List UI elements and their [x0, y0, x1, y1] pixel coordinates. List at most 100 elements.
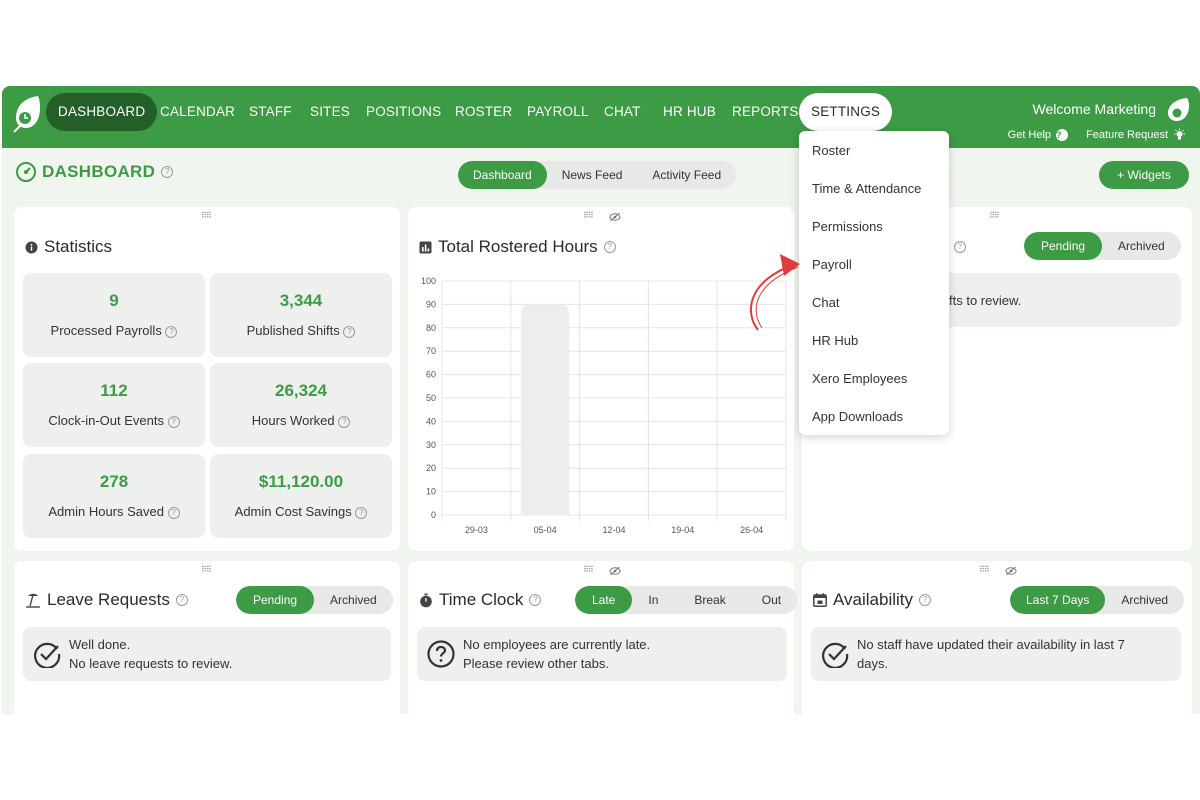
menu-item-hr-hub[interactable]: HR Hub — [812, 333, 858, 348]
leave-tabs: Pending Archived — [236, 586, 393, 614]
settings-dropdown: Roster Time & Attendance Permissions Pay… — [799, 131, 949, 435]
tab-activity-feed[interactable]: Activity Feed — [637, 161, 736, 189]
leave-title: Leave Requests ? — [25, 590, 188, 610]
tab-in[interactable]: In — [632, 586, 674, 614]
stat-label: Processed Payrolls ? — [23, 323, 205, 338]
add-widgets-button[interactable]: + Widgets — [1099, 161, 1189, 189]
drag-handle-icon[interactable]: ⠿⠿ — [583, 212, 595, 220]
user-avatar-icon[interactable] — [1164, 96, 1190, 122]
nav-hr-hub[interactable]: HR HUB — [651, 93, 728, 131]
stat-admin-cost-savings: $11,120.00 Admin Cost Savings ? — [210, 454, 392, 538]
help-icon[interactable]: ? — [167, 415, 180, 428]
y-tick-label: 10 — [426, 487, 436, 497]
stat-value: 278 — [99, 472, 129, 491]
hide-eye-icon[interactable] — [609, 212, 621, 222]
help-icon[interactable]: ? — [529, 594, 542, 606]
stat-label: Admin Cost Savings ? — [210, 504, 392, 519]
menu-item-xero-employees[interactable]: Xero Employees — [812, 371, 907, 386]
header-sublinks: Get Help ? Feature Request — [1008, 128, 1186, 141]
tab-pending[interactable]: Pending — [236, 586, 315, 614]
nav-positions[interactable]: POSITIONS — [354, 93, 453, 131]
leave-line-1: Well done. — [69, 637, 131, 652]
nav-reports[interactable]: REPORTS — [720, 93, 810, 131]
annotation-arrow-icon — [750, 254, 800, 331]
drag-handle-icon[interactable]: ⠿⠿ — [979, 566, 991, 574]
menu-item-app-downloads[interactable]: App Downloads — [812, 409, 903, 424]
help-icon[interactable]: ? — [161, 166, 174, 178]
hide-eye-icon[interactable] — [1005, 566, 1017, 576]
availability-line-2: days. — [857, 656, 889, 671]
stat-processed-payrolls: 9 Processed Payrolls ? — [23, 273, 205, 357]
hide-eye-icon[interactable] — [609, 566, 621, 576]
tab-archived[interactable]: Archived — [314, 586, 393, 614]
shifts-tabs: Pending Archived — [1024, 232, 1181, 260]
time-clock-line-1: No employees are currently late. — [463, 637, 651, 652]
availability-line-1: No staff have updated their availability… — [857, 637, 1125, 652]
stat-value: $11,120.00 — [258, 472, 344, 491]
help-icon[interactable]: ? — [175, 594, 188, 606]
drag-handle-icon[interactable]: ⠿⠿ — [989, 212, 1001, 220]
nav-dashboard[interactable]: DASHBOARD — [46, 93, 158, 131]
leave-requests-card: ⠿⠿ Leave Requests ? Pending Archived Wel… — [14, 561, 400, 714]
tab-dashboard[interactable]: Dashboard — [458, 161, 547, 189]
tab-break[interactable]: Break — [674, 586, 745, 614]
calendar-icon — [813, 593, 827, 607]
x-tick-label: 29-03 — [465, 525, 488, 535]
help-icon[interactable]: ? — [919, 594, 932, 606]
drag-handle-icon[interactable]: ⠿⠿ — [201, 212, 213, 220]
x-tick-label: 19-04 — [671, 525, 694, 535]
nav-sites[interactable]: SITES — [298, 93, 362, 131]
y-tick-label: 30 — [426, 440, 436, 450]
help-icon[interactable]: ? — [343, 325, 356, 338]
menu-item-payroll[interactable]: Payroll — [812, 257, 852, 272]
tab-pending[interactable]: Pending — [1024, 232, 1103, 260]
stat-value: 26,324 — [275, 381, 327, 400]
bar-chart-icon — [419, 241, 432, 253]
y-tick-label: 90 — [426, 299, 436, 309]
tab-archived[interactable]: Archived — [1102, 232, 1181, 260]
help-icon[interactable]: ? — [338, 415, 351, 428]
menu-item-permissions[interactable]: Permissions — [812, 219, 883, 234]
menu-item-chat[interactable]: Chat — [812, 295, 839, 310]
stat-published-shifts: 3,344 Published Shifts ? — [210, 273, 392, 357]
tab-last-7-days[interactable]: Last 7 Days — [1010, 586, 1106, 614]
get-help-link[interactable]: Get Help ? — [1008, 128, 1069, 141]
tab-archived[interactable]: Archived — [1105, 586, 1184, 614]
y-tick-label: 60 — [426, 370, 436, 380]
tab-news-feed[interactable]: News Feed — [547, 161, 638, 189]
nav-chat[interactable]: CHAT — [592, 93, 653, 131]
help-icon[interactable]: ? — [167, 506, 180, 519]
menu-item-time-attendance[interactable]: Time & Attendance — [812, 181, 921, 196]
feature-request-link[interactable]: Feature Request — [1086, 128, 1186, 141]
rostered-hours-card: ⠿⠿ Total Rostered Hours ? 0 10 20 30 40 50 60 7… — [408, 207, 794, 551]
leave-title-text: Leave Requests — [47, 590, 170, 609]
nav-settings[interactable]: SETTINGS — [799, 93, 893, 131]
dashboard-heading: DASHBOARD ? — [16, 162, 174, 182]
stat-admin-hours-saved: 278 Admin Hours Saved ? — [23, 454, 205, 538]
app-logo-icon[interactable] — [10, 94, 42, 134]
help-icon[interactable]: ? — [603, 241, 616, 253]
drag-handle-icon[interactable]: ⠿⠿ — [201, 566, 213, 574]
drag-handle-icon[interactable]: ⠿⠿ — [583, 566, 595, 574]
leave-message: Well done. No leave requests to review. — [23, 627, 391, 681]
help-icon[interactable]: ? — [954, 241, 966, 253]
time-clock-line-2: Please review other tabs. — [463, 656, 609, 671]
tab-out[interactable]: Out — [746, 586, 797, 614]
nav-staff[interactable]: STAFF — [237, 93, 304, 131]
nav-payroll[interactable]: PAYROLL — [515, 93, 601, 131]
tab-late[interactable]: Late — [575, 586, 633, 614]
y-tick-label: 20 — [426, 463, 436, 473]
page-title: DASHBOARD — [42, 162, 156, 181]
y-tick-label: 100 — [421, 276, 436, 286]
menu-item-roster[interactable]: Roster — [812, 143, 850, 158]
help-icon[interactable]: ? — [165, 325, 178, 338]
check-circle-icon — [34, 642, 61, 668]
y-tick-label: 70 — [426, 346, 436, 356]
help-icon[interactable]: ? — [355, 506, 368, 519]
question-icon: ? — [1056, 128, 1069, 141]
gauge-icon — [16, 162, 36, 182]
nav-roster[interactable]: ROSTER — [443, 93, 524, 131]
availability-title: Availability ? — [813, 590, 932, 610]
nav-calendar[interactable]: CALENDAR — [148, 93, 247, 131]
stat-label: Admin Hours Saved ? — [23, 504, 205, 519]
